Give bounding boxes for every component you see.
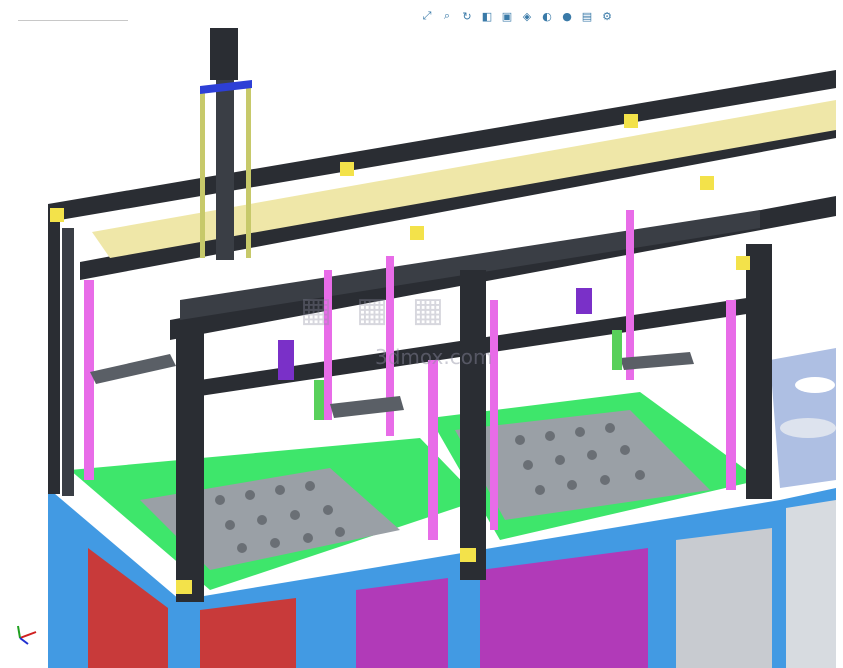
post-left-outer xyxy=(48,204,60,494)
watermark-text: 3dmox.com xyxy=(375,345,493,369)
blue-side-table xyxy=(770,348,836,488)
table-cutout-1 xyxy=(795,377,835,393)
servo-motor xyxy=(210,28,238,80)
panel-magenta-1 xyxy=(356,578,448,668)
panel-red-front xyxy=(200,598,296,668)
servo-column xyxy=(216,80,234,260)
coordinate-triad-icon[interactable] xyxy=(14,620,40,646)
post-front-2 xyxy=(460,270,486,580)
pink-rod-1 xyxy=(84,280,94,480)
post-front-3 xyxy=(746,244,772,499)
purple-cylinder-1 xyxy=(278,340,294,380)
green-clamp-1 xyxy=(314,380,324,420)
assembly-model[interactable] xyxy=(0,0,843,668)
pink-rod-6 xyxy=(726,300,736,490)
panel-gray-far xyxy=(786,500,836,668)
servo-guide-left xyxy=(200,88,205,258)
post-left-inner xyxy=(62,228,74,496)
watermark-logo: ▦ ▦ ▦ xyxy=(300,290,451,330)
table-cutout-2 xyxy=(780,418,836,438)
pink-rod-5 xyxy=(626,210,634,380)
clamp-arm-1 xyxy=(90,354,176,384)
purple-cylinder-2 xyxy=(576,288,592,314)
servo-guide-right xyxy=(246,88,251,258)
pink-rod-7 xyxy=(490,300,498,530)
cad-viewport[interactable]: ⤢ ⌕ ↻ ◧ ▣ ◈ ◐ ● ▤ ⚙ ▦ ▦ ▦ 3dmox.com xyxy=(0,0,843,668)
pink-rod-3 xyxy=(428,360,438,540)
panel-gray-right xyxy=(676,528,772,668)
green-clamp-2 xyxy=(612,330,622,370)
post-front-1 xyxy=(176,320,204,602)
